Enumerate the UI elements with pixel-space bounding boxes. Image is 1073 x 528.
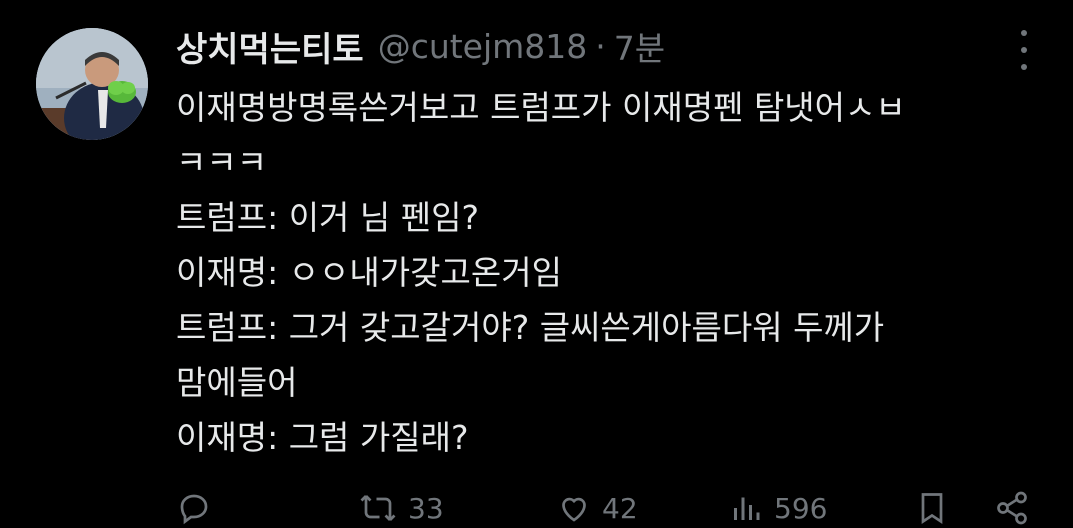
views-button[interactable]: 596 [728, 490, 827, 526]
share-icon [997, 491, 1027, 525]
retweet-count: 33 [408, 491, 444, 525]
more-options-icon[interactable] [1012, 30, 1036, 70]
tweet-line: 맘에들어 [176, 363, 298, 402]
reply-icon [180, 494, 208, 525]
tweet-line: 이재명: ㅇㅇ내가갖고온거임 [176, 253, 562, 292]
more-dot [1021, 64, 1027, 70]
more-dot [1021, 47, 1027, 53]
tweet-line: 트럼프: 그거 갖고갈거야? 글씨쓴게아름다워 두께가 [176, 308, 885, 347]
share-button[interactable] [994, 490, 1030, 526]
more-dot [1021, 30, 1027, 36]
separator-dot: · [595, 26, 606, 66]
tweet-line: 이재명방명록쓴거보고 트럼프가 이재명펜 탐냇어ㅅㅂ [176, 88, 906, 127]
views-count: 596 [774, 491, 828, 525]
tweet-actions: 33 42 596 [176, 488, 1036, 528]
like-count: 42 [602, 491, 638, 525]
tweet-line: 트럼프: 이거 님 펜임? [176, 198, 479, 237]
tweet-text: 이재명방명록쓴거보고 트럼프가 이재명펜 탐냇어ㅅㅂ ㅋㅋㅋ 트럼프: 이거 님… [176, 80, 1046, 465]
retweet-icon [360, 495, 396, 521]
views-icon [734, 497, 760, 520]
retweet-button[interactable]: 33 [358, 490, 444, 526]
tweet-line: 이재명: 그럼 가질래? [176, 418, 469, 457]
heart-icon [562, 497, 586, 522]
avatar[interactable] [36, 28, 148, 140]
reply-button[interactable] [176, 490, 222, 526]
user-handle[interactable]: @cutejm818 [378, 27, 588, 66]
tweet-line: ㅋㅋㅋ [176, 143, 268, 182]
timestamp[interactable]: 7분 [614, 22, 665, 70]
bookmark-icon [921, 493, 943, 525]
bookmark-button[interactable] [914, 490, 950, 526]
display-name[interactable]: 상치먹는티토 [176, 22, 364, 71]
tweet-header: 상치먹는티토 @cutejm818 · 7분 [176, 22, 665, 71]
like-button[interactable]: 42 [556, 490, 638, 526]
